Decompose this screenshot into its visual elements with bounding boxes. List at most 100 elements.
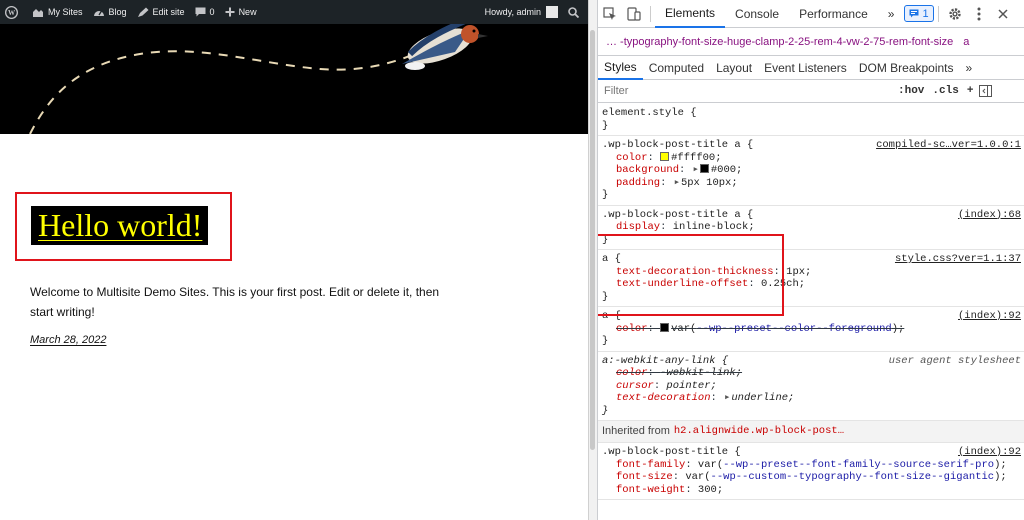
overridden-declaration[interactable]: color: var(--wp--preset--color--foregrou… [602, 322, 1021, 336]
rule-close: } [602, 404, 609, 417]
expand-triangle-icon[interactable]: ▶ [694, 164, 698, 177]
issues-badge[interactable]: 1 [904, 5, 934, 22]
declaration[interactable]: padding: ▶ 5px 10px; [602, 177, 1021, 190]
declaration[interactable]: font-family: var(--wp--preset--font-fami… [602, 459, 1021, 472]
comments-menu[interactable]: 0 [190, 0, 220, 24]
bird-illustration [29, 24, 488, 134]
rule-selector[interactable]: a:-webkit-any-link { [602, 355, 728, 368]
device-icon [627, 6, 641, 21]
account-menu[interactable]: Howdy, admin [480, 0, 563, 24]
property-name: text-decoration-thickness [616, 265, 774, 278]
rule-source-link[interactable]: (index):68 [958, 209, 1021, 222]
color-swatch[interactable] [660, 322, 670, 332]
device-toolbar-button[interactable] [622, 0, 646, 28]
breadcrumb-selected-node[interactable]: … -typography-font-size-huge-clamp-2-25-… [606, 36, 953, 48]
more-tabs-button[interactable]: » [878, 0, 905, 28]
inspect-element-button[interactable] [598, 0, 622, 28]
declaration[interactable]: text-decoration: ▶ underline; [602, 392, 1021, 405]
new-content-menu[interactable]: New [220, 0, 262, 24]
rule-close: } [602, 119, 609, 132]
rule-selector[interactable]: a { [602, 253, 621, 266]
toggle-sidebar-icon[interactable] [979, 85, 993, 97]
property-value: var( [671, 322, 697, 335]
tab-styles[interactable]: Styles [598, 56, 643, 80]
declaration[interactable]: background: ▶ #000; [602, 164, 1021, 177]
rule-source-link[interactable]: compiled-sc…ver=1.0.0:1 [876, 139, 1021, 152]
devtools-main-tabs: Elements Console Performance » 1 [598, 0, 1024, 28]
css-variable-name[interactable]: --wp--preset--color--foreground [696, 323, 891, 335]
styles-rules-list: element.style { } .wp-block-post-title a… [598, 104, 1024, 500]
rule-source-link[interactable]: (index):92 [958, 310, 1021, 323]
property-name: color [616, 151, 648, 164]
color-swatch[interactable] [660, 151, 670, 161]
wp-logo-menu[interactable]: W [0, 0, 27, 24]
rule-selector[interactable]: .wp-block-post-title { [602, 446, 741, 459]
devtools-panel: Elements Console Performance » 1 … -typo… [597, 0, 1024, 520]
expand-triangle-icon[interactable]: ▶ [725, 392, 729, 405]
my-sites-menu[interactable]: My Sites [27, 0, 88, 24]
my-sites-icon [33, 8, 43, 17]
screen: W My Sites Blog Edit site 0 New Howdy, a… [0, 0, 1024, 520]
rule-selector[interactable]: .wp-block-post-title a { [602, 209, 753, 222]
tab-layout[interactable]: Layout [710, 56, 758, 80]
property-value: 0.25ch; [760, 278, 806, 290]
css-variable-name[interactable]: --wp--custom--typography--font-size--gig… [711, 471, 995, 483]
dom-breadcrumb: … -typography-font-size-huge-clamp-2-25-… [598, 28, 1024, 56]
inherited-section-header: Inherited from h2.alignwide.wp-block-pos… [598, 421, 1024, 443]
search-toggle[interactable] [563, 0, 588, 24]
declaration[interactable]: font-size: var(--wp--custom--typography-… [602, 471, 1021, 484]
property-value: var( [685, 471, 711, 483]
edit-icon [137, 7, 149, 17]
page-scrollbar-thumb[interactable] [590, 30, 595, 450]
css-variable-name[interactable]: --wp--preset--font-family--source-serif-… [723, 459, 994, 471]
sidebar-tabs: Styles Computed Layout Event Listeners D… [598, 56, 1024, 80]
issues-count: 1 [922, 7, 929, 20]
tab-dom-breakpoints[interactable]: DOM Breakpoints [853, 56, 960, 80]
declaration[interactable]: color: #ffff00; [602, 151, 1021, 165]
breadcrumb-tag[interactable]: a [963, 36, 969, 48]
declaration[interactable]: display: inline-block; [602, 221, 1021, 234]
declaration[interactable]: text-underline-offset: 0.25ch; [602, 278, 1021, 291]
wp-admin-bar: W My Sites Blog Edit site 0 New Howdy, a… [0, 0, 588, 24]
styles-filter-input[interactable] [604, 85, 894, 97]
overridden-declaration[interactable]: color: -webkit-link; [602, 367, 1021, 380]
hov-toggle[interactable]: :hov [898, 85, 924, 97]
declaration[interactable]: text-decoration-thickness: 1px; [602, 266, 1021, 279]
settings-button[interactable] [943, 0, 967, 28]
rule-source-link[interactable]: style.css?ver=1.1:37 [895, 253, 1021, 266]
rule-close: } [602, 290, 609, 303]
inherited-selector-link[interactable]: h2.alignwide.wp-block-post… [674, 425, 844, 438]
rule-source-link[interactable]: (index):92 [958, 446, 1021, 459]
cls-toggle[interactable]: .cls [932, 85, 958, 97]
rule-source-label: user agent stylesheet [888, 354, 1021, 367]
more-subtabs-button[interactable]: » [960, 56, 979, 80]
tab-event-listeners[interactable]: Event Listeners [758, 56, 853, 80]
blog-label: Blog [108, 7, 127, 17]
tab-console[interactable]: Console [725, 0, 789, 28]
declaration[interactable]: font-weight: 300; [602, 484, 1021, 497]
new-style-rule-button[interactable]: + [967, 85, 974, 97]
tab-performance[interactable]: Performance [789, 0, 878, 28]
post-date-link[interactable]: March 28, 2022 [30, 334, 106, 346]
rule-selector[interactable]: .wp-block-post-title a { [602, 139, 753, 152]
rule-selector[interactable]: element.style { [602, 107, 1021, 120]
close-devtools-button[interactable] [991, 0, 1015, 28]
tab-computed[interactable]: Computed [643, 56, 710, 80]
tab-elements[interactable]: Elements [655, 0, 726, 28]
property-name: font-size [616, 471, 673, 483]
gear-icon [948, 7, 961, 20]
property-value: pointer; [666, 379, 717, 392]
dashboard-icon [93, 10, 104, 16]
expand-triangle-icon[interactable]: ▶ [675, 177, 679, 190]
blog-menu[interactable]: Blog [88, 0, 132, 24]
property-name: font-family [616, 458, 686, 471]
rule-selector[interactable]: a { [602, 310, 621, 323]
color-swatch[interactable] [699, 164, 709, 173]
toolbar-separator [937, 5, 939, 22]
inherited-label: Inherited from [602, 425, 670, 438]
customize-menu-button[interactable] [967, 0, 991, 28]
wordpress-icon: W [5, 5, 18, 19]
edit-site-menu[interactable]: Edit site [132, 0, 190, 24]
declaration[interactable]: cursor: pointer; [602, 380, 1021, 393]
post-title-link[interactable]: Hello world! [31, 206, 209, 245]
